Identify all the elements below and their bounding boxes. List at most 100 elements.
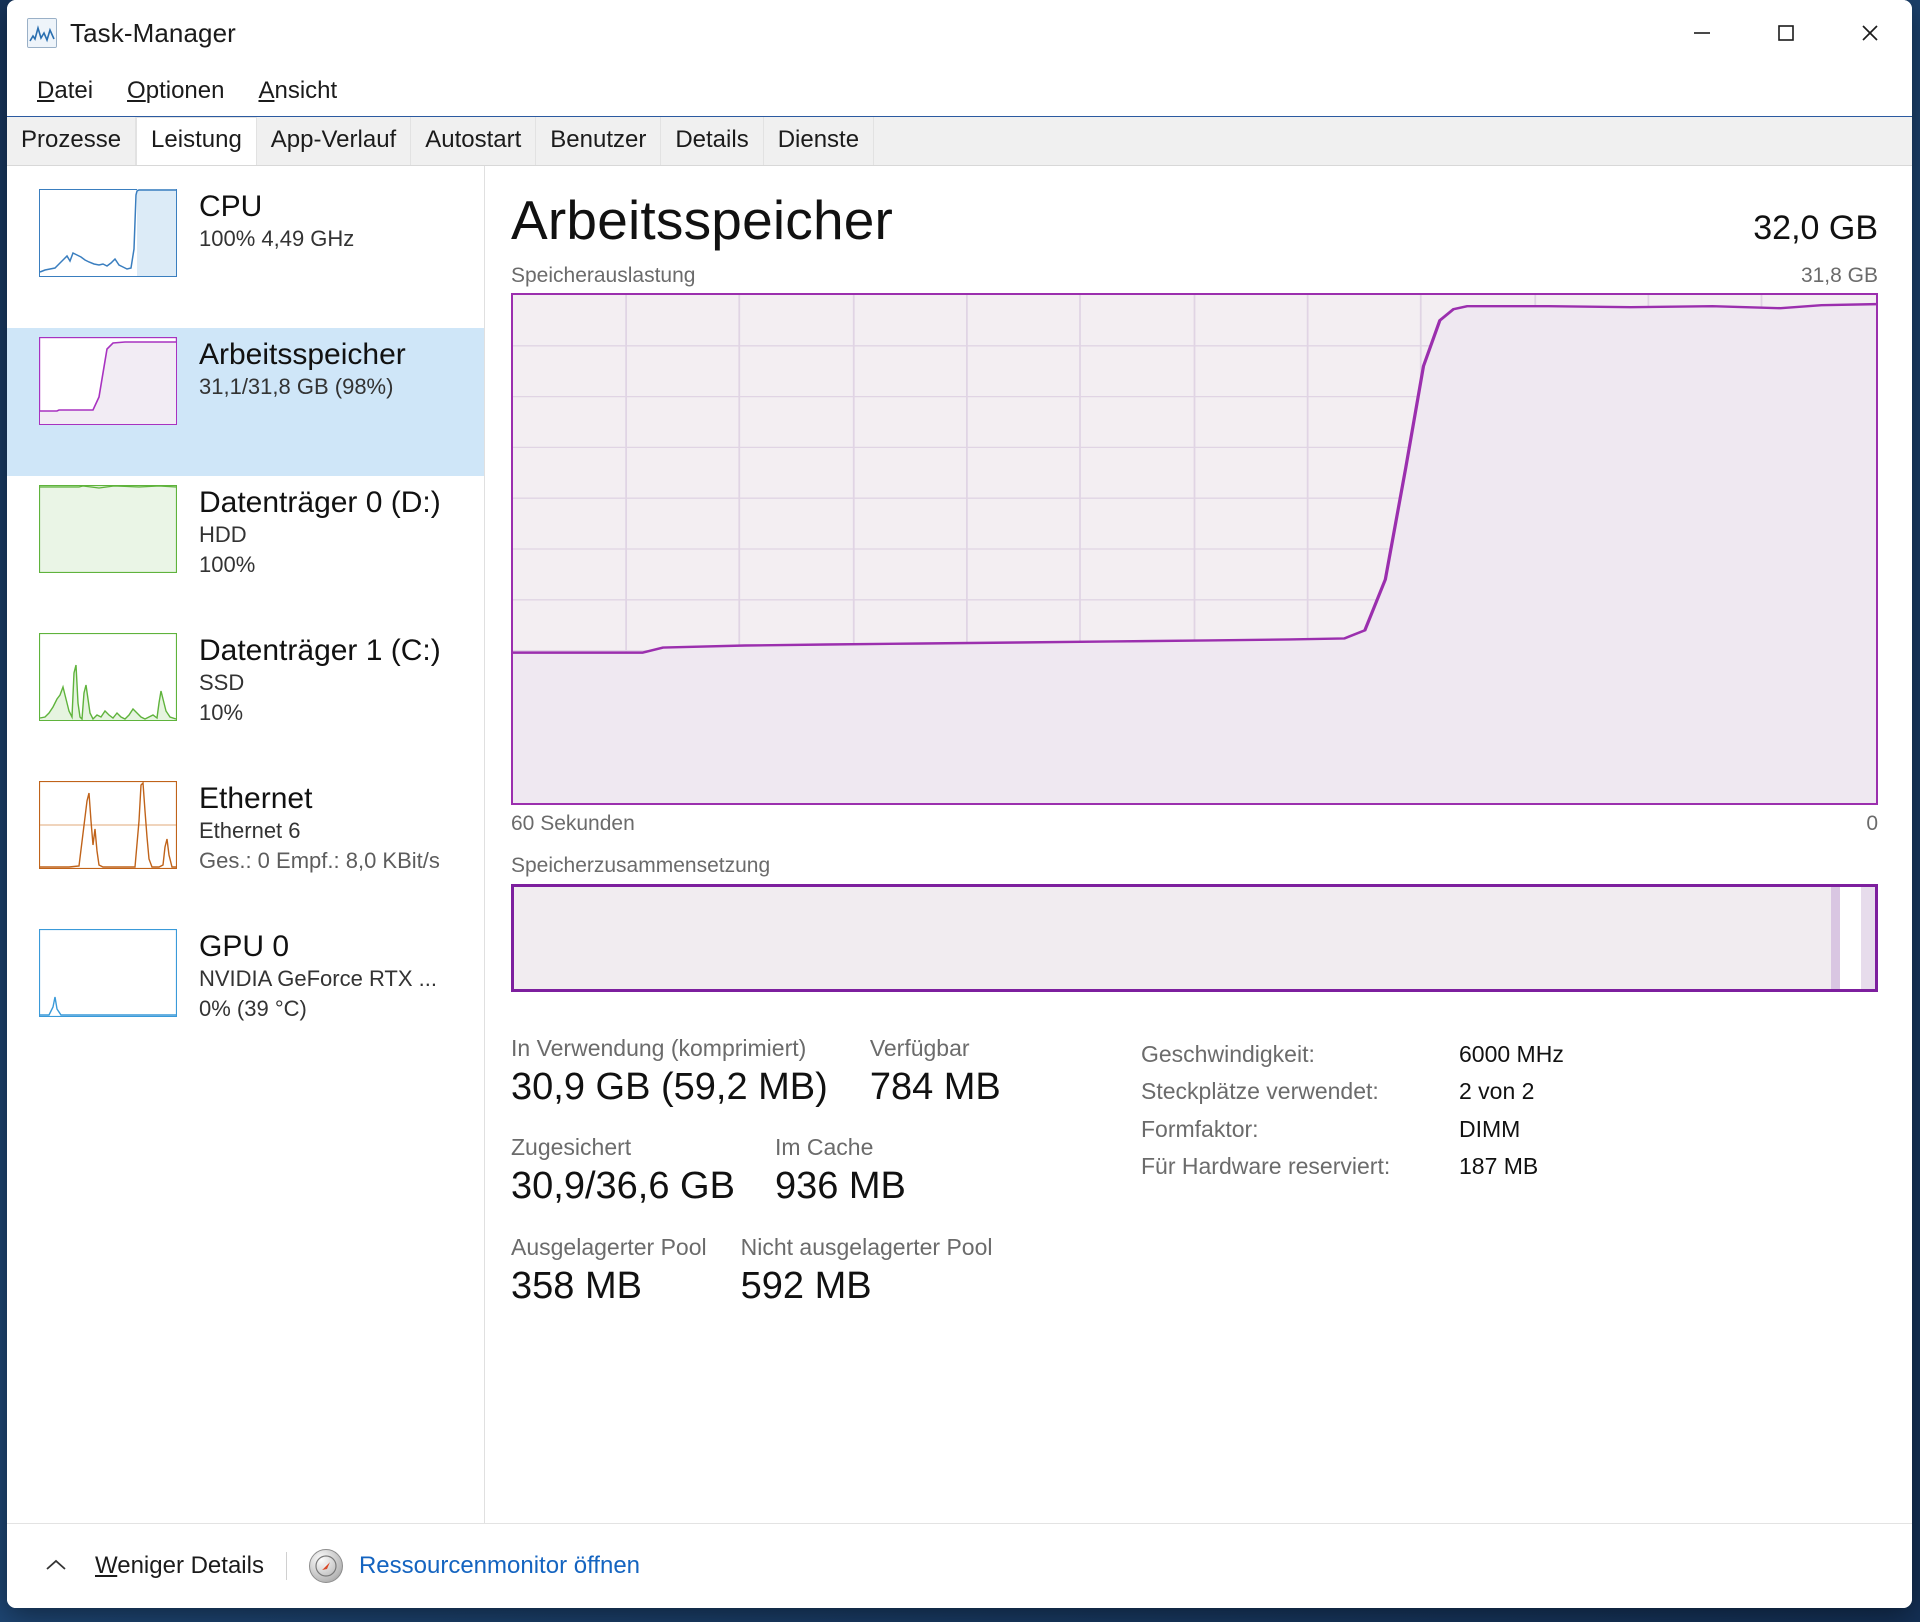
spec-hardware-reserved-value: 187 MB: [1459, 1152, 1539, 1179]
memory-statistics: In Verwendung (komprimiert) 30,9 GB (59,…: [511, 1034, 1878, 1332]
chevron-up-icon[interactable]: [33, 1552, 79, 1580]
stat-committed-value: 30,9/36,6 GB: [511, 1165, 735, 1208]
cpu-stat-1: 100% 4,49 GHz: [199, 226, 355, 252]
disk0-stat-2: 100%: [199, 551, 256, 577]
spec-speed: Geschwindigkeit: 6000 MHz: [1141, 1036, 1564, 1073]
tab-benutzer[interactable]: Benutzer: [536, 117, 662, 165]
tab-leistung[interactable]: Leistung: [136, 117, 257, 165]
spec-formfactor-key: Formfaktor:: [1141, 1115, 1259, 1142]
spec-slots: Steckplätze verwendet: 2 von 2: [1141, 1073, 1564, 1110]
gpu-thumbnail-graph: [39, 929, 177, 1017]
title-bar-left: Task-Manager: [7, 18, 236, 49]
spec-slots-key: Steckplätze verwendet:: [1141, 1078, 1379, 1105]
memory-thumbnail-graph: [39, 337, 177, 425]
footer-bar: Weniger Details Ressourcenmonitor öffnen: [7, 1523, 1912, 1608]
disk1-text: Datenträger 1 (C:) SSD 10%: [199, 633, 441, 727]
menu-datei[interactable]: Datei: [25, 75, 105, 107]
tab-strip: Prozesse Leistung App-Verlauf Autostart …: [7, 117, 1912, 166]
memory-usage-plot: [513, 295, 1876, 803]
resource-sidebar: CPU 100% 4,49 GHz Arbeitsspeicher 31,1/3…: [7, 166, 485, 1523]
memory-usage-graph: [511, 293, 1878, 805]
tab-prozesse[interactable]: Prozesse: [7, 117, 137, 165]
menu-ansicht[interactable]: Ansicht: [246, 75, 349, 107]
tab-app-verlauf[interactable]: App-Verlauf: [256, 117, 412, 165]
ethernet-text: Ethernet Ethernet 6 Ges.: 0 Empf.: 8,0 K…: [199, 781, 440, 875]
gpu-stat-1: NVIDIA GeForce RTX ...: [199, 966, 437, 992]
stat-available: Verfügbar 784 MB: [870, 1034, 1001, 1111]
tab-autostart[interactable]: Autostart: [411, 117, 537, 165]
tab-details[interactable]: Details: [661, 117, 764, 165]
ethernet-stat-1: Ethernet 6: [199, 818, 301, 844]
gpu-text: GPU 0 NVIDIA GeForce RTX ... 0% (39 °C): [199, 929, 437, 1023]
tab-dienste[interactable]: Dienste: [763, 117, 875, 165]
stat-in-use-label: In Verwendung (komprimiert): [511, 1035, 807, 1061]
spec-formfactor: Formfaktor: DIMM: [1141, 1111, 1564, 1148]
stat-paged-pool: Ausgelagerter Pool 358 MB: [511, 1233, 707, 1310]
sidebar-item-arbeitsspeicher[interactable]: Arbeitsspeicher 31,1/31,8 GB (98%): [7, 328, 484, 476]
menu-optionen[interactable]: Optionen: [115, 75, 236, 107]
sidebar-item-cpu[interactable]: CPU 100% 4,49 GHz: [7, 180, 484, 328]
window-title: Task-Manager: [70, 17, 236, 48]
sidebar-item-datentraeger-1[interactable]: Datenträger 1 (C:) SSD 10%: [7, 624, 484, 772]
stat-nonpaged-pool-value: 592 MB: [740, 1264, 872, 1307]
sidebar-item-datentraeger-1-label: Datenträger 1 (C:): [199, 634, 441, 667]
gpu-stat-2: 0% (39 °C): [199, 995, 307, 1021]
memory-composition-bar[interactable]: [511, 884, 1878, 992]
sidebar-item-cpu-label: CPU: [199, 190, 263, 223]
spec-speed-key: Geschwindigkeit:: [1141, 1041, 1315, 1067]
memory-stat-1: 31,1/31,8 GB (98%): [199, 374, 394, 400]
task-manager-window: Task-Manager Datei Optionen Ansicht Proz…: [7, 0, 1912, 1608]
disk0-stat-1: HDD: [199, 522, 247, 548]
graph-caption-left: Speicherauslastung: [511, 264, 696, 287]
stats-row-2: Zugesichert 30,9/36,6 GB Im Cache 936 MB: [511, 1133, 1131, 1232]
sidebar-item-datentraeger-0-label: Datenträger 0 (D:): [199, 486, 441, 519]
maximize-button[interactable]: [1744, 0, 1828, 66]
spec-speed-value: 6000 MHz: [1459, 1041, 1564, 1067]
stat-paged-pool-value: 358 MB: [511, 1264, 642, 1307]
cpu-text: CPU 100% 4,49 GHz: [199, 189, 354, 254]
stat-committed-label: Zugesichert: [511, 1134, 632, 1161]
resource-monitor-icon: [308, 1549, 343, 1583]
stat-nonpaged-pool: Nicht ausgelagerter Pool 592 MB: [741, 1233, 993, 1310]
composition-segment-modified: [1831, 887, 1840, 989]
less-details-rest: eniger Details: [117, 1552, 264, 1579]
memory-header: Arbeitsspeicher 32,0 GB: [511, 188, 1878, 252]
window-controls: [1660, 0, 1912, 66]
content-area: CPU 100% 4,49 GHz Arbeitsspeicher 31,1/3…: [7, 166, 1912, 1523]
resource-monitor-link[interactable]: Ressourcenmonitor öffnen: [359, 1552, 640, 1580]
memory-specs: Geschwindigkeit: 6000 MHz Steckplätze ve…: [1131, 1034, 1564, 1332]
disk1-stat-2: 10%: [199, 699, 244, 725]
page-title: Arbeitsspeicher: [511, 189, 894, 251]
menu-bar: Datei Optionen Ansicht: [7, 66, 1912, 117]
less-details-button[interactable]: Weniger Details: [95, 1552, 264, 1580]
disk1-stat-1: SSD: [199, 670, 245, 696]
stat-in-use-value: 30,9 GB (59,2 MB): [511, 1065, 828, 1108]
stats-row-3: Ausgelagerter Pool 358 MB Nicht ausgelag…: [511, 1233, 1131, 1332]
stat-available-value: 784 MB: [869, 1065, 1001, 1108]
minimize-button[interactable]: [1660, 0, 1744, 66]
spec-slots-value: 2 von 2: [1459, 1078, 1535, 1105]
stat-paged-pool-label: Ausgelagerter Pool: [511, 1233, 707, 1260]
cpu-thumbnail-graph: [39, 189, 177, 277]
axis-label-right: 0: [1866, 812, 1878, 835]
graph-axis-row: 60 Sekunden 0: [511, 812, 1878, 836]
spec-hardware-reserved-key: Für Hardware reserviert:: [1141, 1152, 1391, 1179]
memory-stats-left: In Verwendung (komprimiert) 30,9 GB (59,…: [511, 1034, 1131, 1332]
close-button[interactable]: [1828, 0, 1912, 66]
sidebar-item-datentraeger-0[interactable]: Datenträger 0 (D:) HDD 100%: [7, 476, 484, 624]
footer-divider: [285, 1552, 287, 1580]
stats-row-1: In Verwendung (komprimiert) 30,9 GB (59,…: [511, 1034, 1131, 1133]
sidebar-item-ethernet[interactable]: Ethernet Ethernet 6 Ges.: 0 Empf.: 8,0 K…: [7, 772, 484, 920]
memory-total: 32,0 GB: [1753, 209, 1878, 247]
menu-ansicht-rest: nsicht: [274, 77, 338, 104]
spec-hardware-reserved: Für Hardware reserviert: 187 MB: [1141, 1148, 1564, 1185]
sidebar-item-gpu-0[interactable]: GPU 0 NVIDIA GeForce RTX ... 0% (39 °C): [7, 920, 484, 1068]
axis-label-left: 60 Sekunden: [511, 812, 635, 835]
ethernet-stat-2: Ges.: 0 Empf.: 8,0 KBit/s: [199, 847, 440, 873]
stat-cached: Im Cache 936 MB: [775, 1133, 906, 1210]
composition-segment-free: [1861, 887, 1875, 989]
stat-cached-label: Im Cache: [774, 1134, 874, 1161]
graph-caption-row: Speicherauslastung 31,8 GB: [511, 264, 1878, 288]
stat-cached-value: 936 MB: [774, 1165, 906, 1208]
composition-caption: Speicherzusammensetzung: [511, 854, 771, 877]
